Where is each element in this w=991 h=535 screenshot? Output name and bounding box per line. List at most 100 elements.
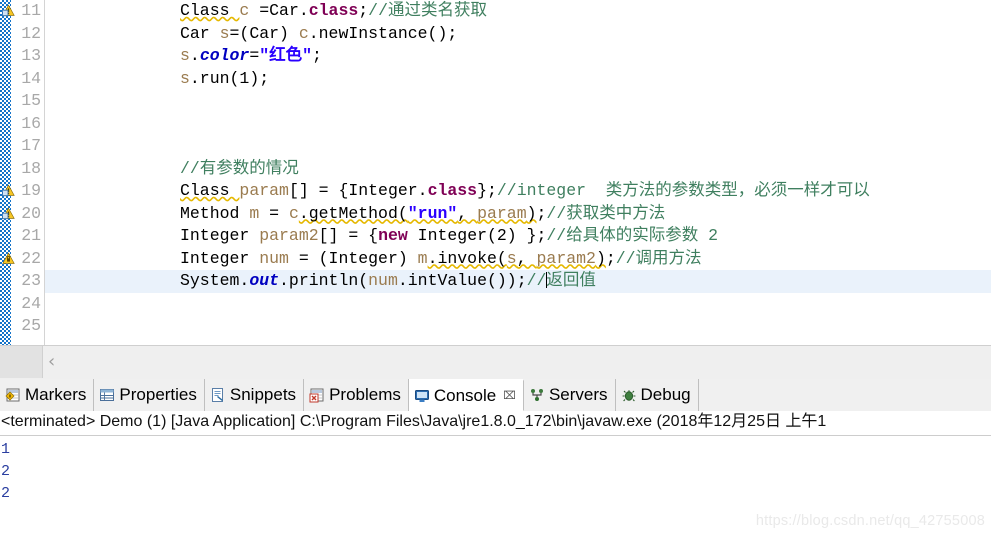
code-token: param2 [259,226,319,245]
code-line[interactable] [45,293,991,316]
code-line[interactable]: System.out.println(num.intValue());//返回值 [45,270,991,293]
servers-icon [530,389,543,401]
line-number[interactable]: 15 [11,90,44,113]
tab-label: Properties [119,385,197,404]
line-number-ruler[interactable]: 11 12 13 14 15 16 17 18 19 20 21 22 23 24 25 [2,0,45,345]
tab-debug[interactable]: Debug [615,379,699,411]
code-token: Class [180,181,240,200]
line-number-text: 15 [21,91,41,110]
debug-icon [622,390,635,402]
line-number-text: 17 [21,136,41,155]
chevron-left-icon[interactable]: ‹ [48,353,55,371]
code-token: // [526,271,547,290]
tab-label: Servers [548,385,608,404]
code-text-area[interactable]: Class c =Car.class;//通过类名获取 Car s=(Car) c… [45,0,991,345]
code-token: . [189,46,200,65]
line-number[interactable]: 24 [11,293,44,316]
code-line[interactable]: s.run(1); [45,68,991,91]
code-line[interactable]: Car s=(Car) c.newInstance(); [45,23,991,46]
code-line[interactable]: Class param[] = {Integer.class};//intege… [45,180,991,203]
code-token: param [239,181,289,200]
code-line[interactable] [45,113,991,136]
console-line: 2 [1,485,11,502]
code-token: =(Car) [229,23,299,43]
code-token: out [249,271,280,290]
code-token: param2 [536,248,596,268]
code-line[interactable]: Method m = c.getMethod("run", param);//获… [45,203,991,226]
line-number[interactable]: 11 [2,0,44,23]
line-number[interactable]: 18 [11,158,44,181]
code-token: ) [526,203,537,223]
warning-icon[interactable] [2,207,15,220]
line-number[interactable]: 13 [11,45,44,68]
line-number[interactable]: 25 [11,315,44,338]
line-number[interactable]: 23 [11,270,44,293]
problems-icon [309,388,324,403]
code-token: m [417,248,428,268]
code-line[interactable] [45,90,991,113]
code-line[interactable] [45,315,991,338]
code-token: .newInstance(); [308,23,458,43]
code-token: , [457,203,478,223]
code-token: [] = {Integer. [288,181,428,200]
code-token: .intValue()); [397,271,527,290]
code-token: ; [605,248,616,268]
line-number[interactable]: 20 [2,203,44,226]
code-token: "红色" [259,46,313,65]
code-line[interactable]: s.color="红色"; [45,45,991,68]
tab-label: Debug [640,385,691,404]
tab-servers[interactable]: Servers [523,379,616,411]
line-number-text: 16 [21,113,41,133]
line-number[interactable]: 16 [11,113,44,136]
scrollbar-thumb[interactable] [0,346,43,378]
tab-snippets[interactable]: Snippets [204,379,305,411]
line-number[interactable]: 22 [2,248,44,271]
code-token: //通过类名获取 [368,1,487,20]
code-token: =Car. [259,1,309,20]
code-token: //有参数的情况 [180,158,299,178]
code-token: color [199,46,250,65]
line-number-text: 24 [21,293,41,313]
warning-lock-icon[interactable] [2,252,15,265]
code-token: [] = { [318,226,379,245]
code-line[interactable]: Integer param2[] = {new Integer(2) };//给… [45,225,991,248]
tab-console[interactable]: Console ⌧ [408,379,524,411]
tab-problems[interactable]: Problems [304,379,409,411]
code-token: Class [180,1,240,20]
line-number-text: 23 [21,271,41,290]
warning-icon[interactable] [2,184,15,197]
console-output[interactable]: 1 2 2 [0,436,991,505]
line-number-text: 19 [21,181,41,200]
code-editor[interactable]: 11 12 13 14 15 16 17 18 19 20 21 22 23 24 25 Class c =… [0,0,991,345]
code-token: new [378,226,408,245]
view-tab-bar[interactable]: Markers Properties Snippets Problems Console… [0,379,991,412]
line-number[interactable]: 21 [11,225,44,248]
line-number[interactable]: 17 [11,135,44,158]
code-line[interactable] [45,135,991,158]
line-number-text: 20 [21,203,41,223]
code-token: //调用方法 [615,248,702,268]
line-number-text: 14 [21,68,41,88]
code-token: //获取类中方法 [546,203,666,223]
code-line[interactable]: Integer num = (Integer) m.invoke(s, para… [45,248,991,271]
line-number[interactable]: 19 [2,180,44,203]
code-line[interactable]: Class c =Car.class;//通过类名获取 [45,0,991,23]
code-token: Method [180,203,250,223]
code-token: num [368,271,398,290]
code-token: Car [180,23,220,43]
tab-properties[interactable]: Properties [94,379,205,411]
watermark: https://blog.csdn.net/qq_42755008 [755,513,985,529]
tab-markers[interactable]: Markers [0,379,95,411]
line-number[interactable]: 12 [11,23,44,46]
code-token: .invoke( [427,248,507,268]
eclipse-ide-window: 11 12 13 14 15 16 17 18 19 20 21 22 23 24 25 Class c =… [0,0,991,535]
line-number[interactable]: 14 [11,68,44,91]
line-number-text: 12 [21,23,41,43]
code-token: m [249,203,260,223]
close-icon[interactable]: ⌧ [503,389,516,402]
editor-horizontal-scrollbar[interactable]: ‹ [0,345,991,380]
code-token: .run(1); [189,68,270,88]
warning-icon[interactable] [2,4,15,17]
code-line[interactable]: //有参数的情况 [45,158,991,181]
code-token: , [516,248,537,268]
